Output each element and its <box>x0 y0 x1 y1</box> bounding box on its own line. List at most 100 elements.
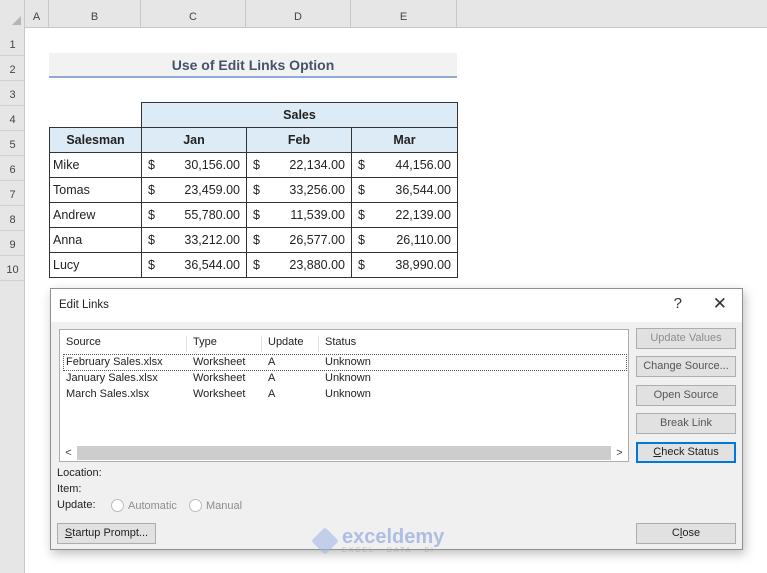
row-header-9[interactable]: 9 <box>0 231 25 256</box>
open-source-button[interactable]: Open Source <box>636 385 736 406</box>
currency-symbol: $ <box>253 183 260 197</box>
horizontal-scrollbar[interactable]: < > <box>60 445 628 461</box>
help-icon[interactable]: ? <box>674 295 682 312</box>
column-header-source[interactable]: Source <box>60 336 187 352</box>
amount: 44,156.00 <box>395 158 451 172</box>
mar-cell[interactable]: $44,156.00 <box>351 152 458 178</box>
watermark-name: exceldemy <box>342 526 445 548</box>
scroll-right-icon[interactable]: > <box>611 445 628 461</box>
link-status: Unknown <box>325 388 371 400</box>
dialog-titlebar[interactable]: Edit Links ? ✕ <box>51 289 742 322</box>
row-header-10[interactable]: 10 <box>0 256 25 281</box>
currency-symbol: $ <box>253 208 260 222</box>
salesman-cell[interactable]: Tomas <box>49 177 142 203</box>
update-values-button[interactable]: Update Values <box>636 328 736 349</box>
location-label: Location: <box>57 467 102 479</box>
salesman-cell[interactable]: Andrew <box>49 202 142 228</box>
feb-cell[interactable]: $26,577.00 <box>246 227 352 253</box>
table-row: Andrew $55,780.00 $11,539.00 $22,139.00 <box>49 202 458 228</box>
table-row: Tomas $23,459.00 $33,256.00 $36,544.00 <box>49 177 458 203</box>
close-button[interactable]: Close <box>636 523 736 544</box>
row-header-8[interactable]: 8 <box>0 206 25 231</box>
currency-symbol: $ <box>148 208 155 222</box>
amount: 33,212.00 <box>184 233 240 247</box>
links-list[interactable]: Source Type Update Status February Sales… <box>59 329 629 462</box>
row-header-3[interactable]: 3 <box>0 81 25 106</box>
mar-cell[interactable]: $36,544.00 <box>351 177 458 203</box>
amount: 26,110.00 <box>396 233 451 247</box>
salesman-cell[interactable]: Lucy <box>49 252 142 278</box>
column-header-b[interactable]: B <box>49 0 141 28</box>
feb-cell[interactable]: $23,880.00 <box>246 252 352 278</box>
link-update: A <box>268 372 276 384</box>
list-item[interactable]: February Sales.xlsx Worksheet A Unknown <box>63 354 627 371</box>
column-header-d[interactable]: D <box>246 0 351 28</box>
automatic-radio[interactable]: Automatic <box>111 499 177 512</box>
column-header-e[interactable]: E <box>351 0 457 28</box>
mar-cell[interactable]: $26,110.00 <box>351 227 458 253</box>
amount: 30,156.00 <box>184 158 240 172</box>
row-header-6[interactable]: 6 <box>0 156 25 181</box>
column-header-bar: A B C D E <box>0 0 767 28</box>
currency-symbol: $ <box>148 183 155 197</box>
column-header-status[interactable]: Status <box>319 336 627 352</box>
watermark: exceldemy EXCEL · DATA · BI <box>311 526 445 555</box>
column-header-c[interactable]: C <box>141 0 246 28</box>
currency-symbol: $ <box>253 158 260 172</box>
feb-cell[interactable]: $33,256.00 <box>246 177 352 203</box>
amount: 22,134.00 <box>289 158 345 172</box>
sales-group-header[interactable]: Sales <box>141 102 458 128</box>
blank-cell[interactable] <box>50 103 142 128</box>
header-feb[interactable]: Feb <box>246 127 352 153</box>
column-header-a[interactable]: A <box>25 0 49 28</box>
startup-prompt-label: tartup Prompt... <box>72 527 149 539</box>
manual-radio[interactable]: Manual <box>189 499 242 512</box>
table-row: Mike $30,156.00 $22,134.00 $44,156.00 <box>49 152 458 178</box>
row-header-1[interactable]: 1 <box>0 31 25 56</box>
select-all-corner[interactable] <box>0 0 25 28</box>
link-source: February Sales.xlsx <box>66 356 163 368</box>
row-header-2[interactable]: 2 <box>0 56 25 81</box>
list-item[interactable]: January Sales.xlsx Worksheet A Unknown <box>64 371 626 386</box>
close-icon[interactable]: ✕ <box>713 294 727 314</box>
currency-symbol: $ <box>148 258 155 272</box>
jan-cell[interactable]: $36,544.00 <box>141 252 247 278</box>
currency-symbol: $ <box>148 158 155 172</box>
jan-cell[interactable]: $55,780.00 <box>141 202 247 228</box>
jan-cell[interactable]: $23,459.00 <box>141 177 247 203</box>
break-link-button[interactable]: Break Link <box>636 413 736 434</box>
feb-cell[interactable]: $22,134.00 <box>246 152 352 178</box>
list-item[interactable]: March Sales.xlsx Worksheet A Unknown <box>64 387 626 402</box>
amount: 38,990.00 <box>395 258 451 272</box>
mar-cell[interactable]: $38,990.00 <box>351 252 458 278</box>
jan-cell[interactable]: $30,156.00 <box>141 152 247 178</box>
link-update: A <box>268 388 276 400</box>
header-salesman[interactable]: Salesman <box>49 127 142 153</box>
amount: 26,577.00 <box>289 233 345 247</box>
select-all-icon <box>12 16 21 25</box>
change-source-button[interactable]: Change Source... <box>636 356 736 377</box>
feb-cell[interactable]: $11,539.00 <box>246 202 352 228</box>
column-header-type[interactable]: Type <box>187 336 262 352</box>
currency-symbol: $ <box>358 233 365 247</box>
jan-cell[interactable]: $33,212.00 <box>141 227 247 253</box>
sheet-title[interactable]: Use of Edit Links Option <box>49 53 457 78</box>
amount: 33,256.00 <box>289 183 345 197</box>
header-mar[interactable]: Mar <box>351 127 458 153</box>
row-header-5[interactable]: 5 <box>0 131 25 156</box>
startup-prompt-button[interactable]: Startup Prompt... <box>57 523 156 544</box>
salesman-cell[interactable]: Anna <box>49 227 142 253</box>
scroll-left-icon[interactable]: < <box>60 445 77 461</box>
header-jan[interactable]: Jan <box>141 127 247 153</box>
row-header-4[interactable]: 4 <box>0 106 25 131</box>
salesman-cell[interactable]: Mike <box>49 152 142 178</box>
column-header-update[interactable]: Update <box>262 336 319 352</box>
watermark-tagline: EXCEL · DATA · BI <box>342 547 435 554</box>
mar-cell[interactable]: $22,139.00 <box>351 202 458 228</box>
scrollbar-thumb[interactable] <box>77 446 611 460</box>
check-status-button[interactable]: Check Status <box>636 442 736 463</box>
radio-circle-icon <box>189 499 202 512</box>
row-header-7[interactable]: 7 <box>0 181 25 206</box>
link-type: Worksheet <box>193 388 246 400</box>
link-type: Worksheet <box>193 356 246 368</box>
